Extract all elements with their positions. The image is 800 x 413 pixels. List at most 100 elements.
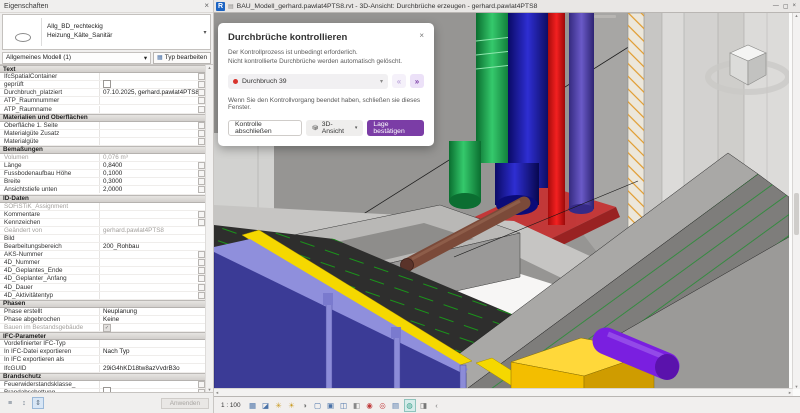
- close-icon[interactable]: ×: [419, 32, 424, 40]
- show-crop-region-icon[interactable]: ▣: [326, 400, 336, 411]
- prop-value[interactable]: 2,0000: [100, 186, 198, 193]
- prop-section-header[interactable]: Text▴: [0, 65, 213, 73]
- prop-value[interactable]: 0,3000: [100, 178, 198, 185]
- visual-style-icon[interactable]: ✳: [274, 400, 284, 411]
- prop-section-header[interactable]: IFC-Parameter▴: [0, 332, 213, 340]
- scroll-up-icon[interactable]: ▲: [795, 13, 799, 18]
- temporary-view-properties-icon[interactable]: ▤: [391, 400, 401, 411]
- type-selector[interactable]: Allg_BD_rechteckig Heizung_Kälte_Sanitär…: [2, 14, 211, 50]
- close-icon[interactable]: ×: [792, 3, 796, 10]
- chevron-down-icon[interactable]: ▾: [200, 29, 210, 36]
- associate-param-button[interactable]: [198, 389, 205, 392]
- associate-param-button[interactable]: [198, 259, 205, 266]
- prop-value[interactable]: 200_Rohbau: [100, 243, 198, 250]
- view-3d-button[interactable]: 3D-Ansicht ▾: [306, 120, 363, 136]
- prop-value[interactable]: Nach Typ: [100, 348, 198, 355]
- prop-row: IfcGUID29iG4hKD18tw8azVvdrB3o: [0, 364, 213, 372]
- pipe-violet[interactable]: [569, 13, 595, 214]
- displaced-elements-icon[interactable]: ◨: [419, 400, 429, 411]
- vertical-scroll-thumb[interactable]: [794, 193, 799, 235]
- associate-param-button[interactable]: [198, 284, 205, 291]
- associate-param-button[interactable]: [198, 211, 205, 218]
- checkbox[interactable]: ✓: [103, 324, 111, 332]
- associate-param-button[interactable]: [198, 251, 205, 258]
- rendering-dialog-icon[interactable]: ◫: [339, 400, 349, 411]
- associate-param-button[interactable]: [198, 162, 205, 169]
- viewbar-expand-icon[interactable]: ‹: [432, 400, 442, 411]
- associate-param-button[interactable]: [198, 292, 205, 299]
- sun-path-icon[interactable]: ☀: [287, 400, 297, 411]
- close-icon[interactable]: ×: [204, 2, 209, 10]
- properties-help-icon[interactable]: ≡: [4, 397, 16, 409]
- prop-section-header[interactable]: Brandschutz▴: [0, 373, 213, 381]
- prop-value[interactable]: [100, 387, 198, 392]
- scale-menu-icon[interactable]: ▦: [248, 400, 258, 411]
- reveal-hidden-elements-icon[interactable]: ◎: [378, 400, 388, 411]
- confirm-position-button[interactable]: Lage bestätigen: [367, 120, 424, 136]
- scroll-up-icon[interactable]: ▲: [208, 65, 212, 70]
- prop-value[interactable]: 29iG4hKD18tw8azVvdrB3o: [100, 365, 198, 372]
- scroll-right-icon[interactable]: ►: [788, 390, 792, 395]
- associate-param-button[interactable]: [198, 73, 205, 80]
- view-scale[interactable]: 1 : 100: [218, 401, 244, 410]
- maximize-icon[interactable]: ▢: [783, 3, 789, 10]
- detail-level-icon[interactable]: ◪: [261, 400, 271, 411]
- associate-param-button[interactable]: [198, 170, 205, 177]
- prop-section-header[interactable]: ID-Daten▴: [0, 195, 213, 203]
- prop-value[interactable]: [100, 80, 198, 90]
- edit-type-button[interactable]: ▦ Typ bearbeiten: [153, 52, 211, 64]
- scroll-down-icon[interactable]: ▼: [208, 387, 212, 392]
- associate-param-button[interactable]: [198, 138, 205, 145]
- prop-label: IfcGUID: [0, 365, 100, 372]
- previous-button[interactable]: «: [392, 74, 406, 88]
- associate-param-button[interactable]: [198, 89, 205, 96]
- next-button[interactable]: »: [410, 74, 424, 88]
- checkbox[interactable]: [103, 387, 111, 392]
- sort-grouping-icon[interactable]: ⇕: [32, 397, 44, 409]
- prop-section-header[interactable]: Materialien und Oberflächen▴: [0, 114, 213, 122]
- horizontal-scroll-thumb[interactable]: [594, 15, 616, 18]
- temporary-hide-isolate-icon[interactable]: ◉: [365, 400, 375, 411]
- properties-scrollbar[interactable]: ▲▼: [205, 65, 213, 392]
- horizontal-scrollbar[interactable]: ◄ ►: [214, 388, 793, 396]
- prop-value[interactable]: 0,8400: [100, 162, 198, 169]
- crop-view-icon[interactable]: ▢: [313, 400, 323, 411]
- minimize-icon[interactable]: —: [773, 3, 779, 10]
- prop-value[interactable]: Neuplanung: [100, 308, 198, 315]
- model-viewport[interactable]: ▲ ▼ ◄ ► Durchbrüche kontrollieren × Der …: [214, 13, 800, 396]
- shadows-icon[interactable]: ◑: [300, 400, 310, 411]
- prop-value[interactable]: 0,076 m³: [100, 154, 198, 161]
- associate-param-button[interactable]: [198, 219, 205, 226]
- apply-button[interactable]: Anwenden: [161, 398, 209, 409]
- associate-param-button[interactable]: [198, 267, 205, 274]
- associate-param-button[interactable]: [198, 275, 205, 282]
- prop-value[interactable]: 07.10.2025, gerhard.pawlat4PTS8: [100, 89, 198, 96]
- associate-param-button[interactable]: [198, 106, 205, 113]
- prop-value[interactable]: Keine: [100, 316, 198, 323]
- pipe-red[interactable]: [548, 13, 565, 225]
- prop-section-header[interactable]: Bemaßungen▴: [0, 146, 213, 154]
- sort-ascending-icon[interactable]: ↕: [18, 397, 30, 409]
- element-filter-dropdown[interactable]: Allgemeines Modell (1) ▾: [2, 52, 151, 64]
- view-titlebar[interactable]: R ▤ BAU_Modell_gerhard.pawlat4PTS8.rvt -…: [214, 0, 800, 13]
- finish-control-button[interactable]: Kontrolle abschließen: [228, 120, 302, 136]
- prop-value[interactable]: ✓: [100, 324, 198, 332]
- associate-param-button[interactable]: [198, 178, 205, 185]
- lock-3d-view-icon[interactable]: ◧: [352, 400, 362, 411]
- associate-param-button[interactable]: [198, 130, 205, 137]
- associate-param-button[interactable]: [198, 186, 205, 193]
- durchbruch-dropdown[interactable]: Durchbruch 39 ▾: [228, 74, 388, 89]
- associate-param-button[interactable]: [198, 381, 205, 388]
- prop-row: 4D_Dauer: [0, 284, 213, 292]
- prop-value[interactable]: gerhard.pawlat4PTS8: [100, 227, 198, 234]
- scroll-down-icon[interactable]: ▼: [795, 384, 799, 389]
- associate-param-button[interactable]: [198, 97, 205, 104]
- associate-param-button[interactable]: [198, 122, 205, 129]
- associate-param-button[interactable]: [198, 81, 205, 88]
- worksharing-display-icon[interactable]: ◍: [404, 399, 416, 412]
- scroll-left-icon[interactable]: ◄: [215, 390, 219, 395]
- checkbox[interactable]: [103, 80, 111, 88]
- prop-value[interactable]: 0,1000: [100, 170, 198, 177]
- prop-label: Materialgüte Zusatz: [0, 130, 100, 137]
- prop-section-header[interactable]: Phasen▴: [0, 300, 213, 308]
